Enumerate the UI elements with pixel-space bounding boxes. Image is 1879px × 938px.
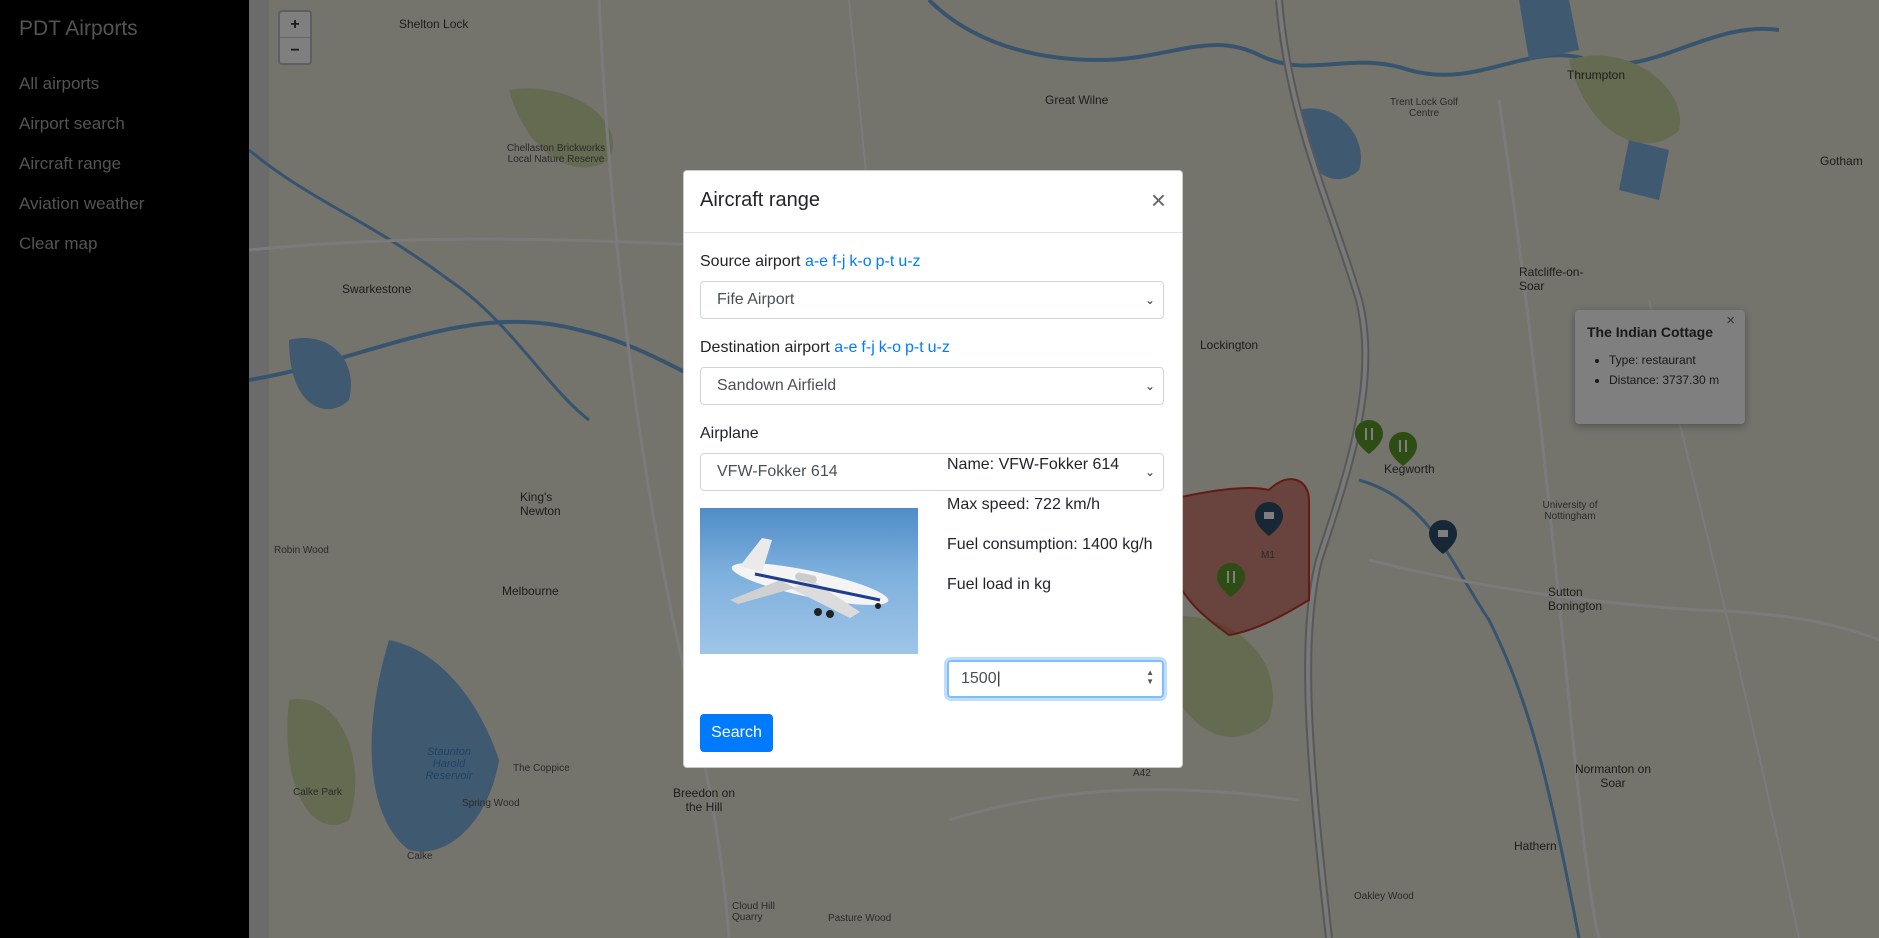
destination-letter-k-o[interactable]: k-o bbox=[879, 339, 901, 356]
destination-letter-p-t[interactable]: p-t bbox=[905, 339, 924, 356]
source-airport-label-text: Source airport bbox=[700, 253, 801, 270]
chevron-down-icon: ⌄ bbox=[1144, 293, 1155, 307]
source-letter-a-e[interactable]: a-e bbox=[805, 253, 828, 270]
source-letter-p-t[interactable]: p-t bbox=[876, 253, 895, 270]
destination-airport-label-text: Destination airport bbox=[700, 339, 830, 356]
source-letter-u-z[interactable]: u-z bbox=[898, 253, 920, 270]
destination-letter-a-e[interactable]: a-e bbox=[834, 339, 857, 356]
search-button[interactable]: Search bbox=[700, 714, 773, 752]
source-airport-label: Source airport a-e f-j k-o p-t u-z bbox=[700, 253, 925, 271]
source-airport-value: Fife Airport bbox=[717, 291, 795, 308]
airplane-fuel-consumption: Fuel consumption: 1400 kg/h bbox=[947, 536, 1153, 553]
fuel-load-value: 1500 bbox=[961, 670, 997, 687]
spinner-icon[interactable]: ▲ ▼ bbox=[1146, 668, 1154, 686]
airplane-name: Name: VFW-Fokker 614 bbox=[947, 456, 1120, 473]
destination-airport-value: Sandown Airfield bbox=[717, 377, 837, 394]
fuel-load-label: Fuel load in kg bbox=[947, 576, 1052, 593]
airplane-image bbox=[700, 508, 918, 654]
source-letter-k-o[interactable]: k-o bbox=[849, 253, 871, 270]
chevron-down-icon: ⌄ bbox=[1144, 379, 1155, 393]
destination-airport-label: Destination airport a-e f-j k-o p-t u-z bbox=[700, 339, 954, 357]
airplane-value: VFW-Fokker 614 bbox=[717, 463, 838, 480]
source-letter-f-j[interactable]: f-j bbox=[832, 253, 845, 270]
modal-title: Aircraft range bbox=[700, 189, 821, 211]
destination-letter-u-z[interactable]: u-z bbox=[928, 339, 950, 356]
destination-airport-select[interactable]: Sandown Airfield ⌄ bbox=[700, 367, 1164, 405]
fuel-load-input[interactable]: 1500| ▲ ▼ bbox=[947, 660, 1164, 698]
destination-letter-f-j[interactable]: f-j bbox=[861, 339, 874, 356]
source-airport-select[interactable]: Fife Airport ⌄ bbox=[700, 281, 1164, 319]
aircraft-range-modal: Aircraft range × Source airport a-e f-j k-… bbox=[683, 170, 1183, 768]
airplane-max-speed: Max speed: 722 km/h bbox=[947, 496, 1100, 513]
modal-header: Aircraft range × bbox=[684, 171, 1182, 233]
close-icon[interactable]: × bbox=[1151, 185, 1166, 216]
chevron-down-icon: ⌄ bbox=[1144, 465, 1155, 479]
airplane-label: Airplane bbox=[700, 425, 759, 442]
